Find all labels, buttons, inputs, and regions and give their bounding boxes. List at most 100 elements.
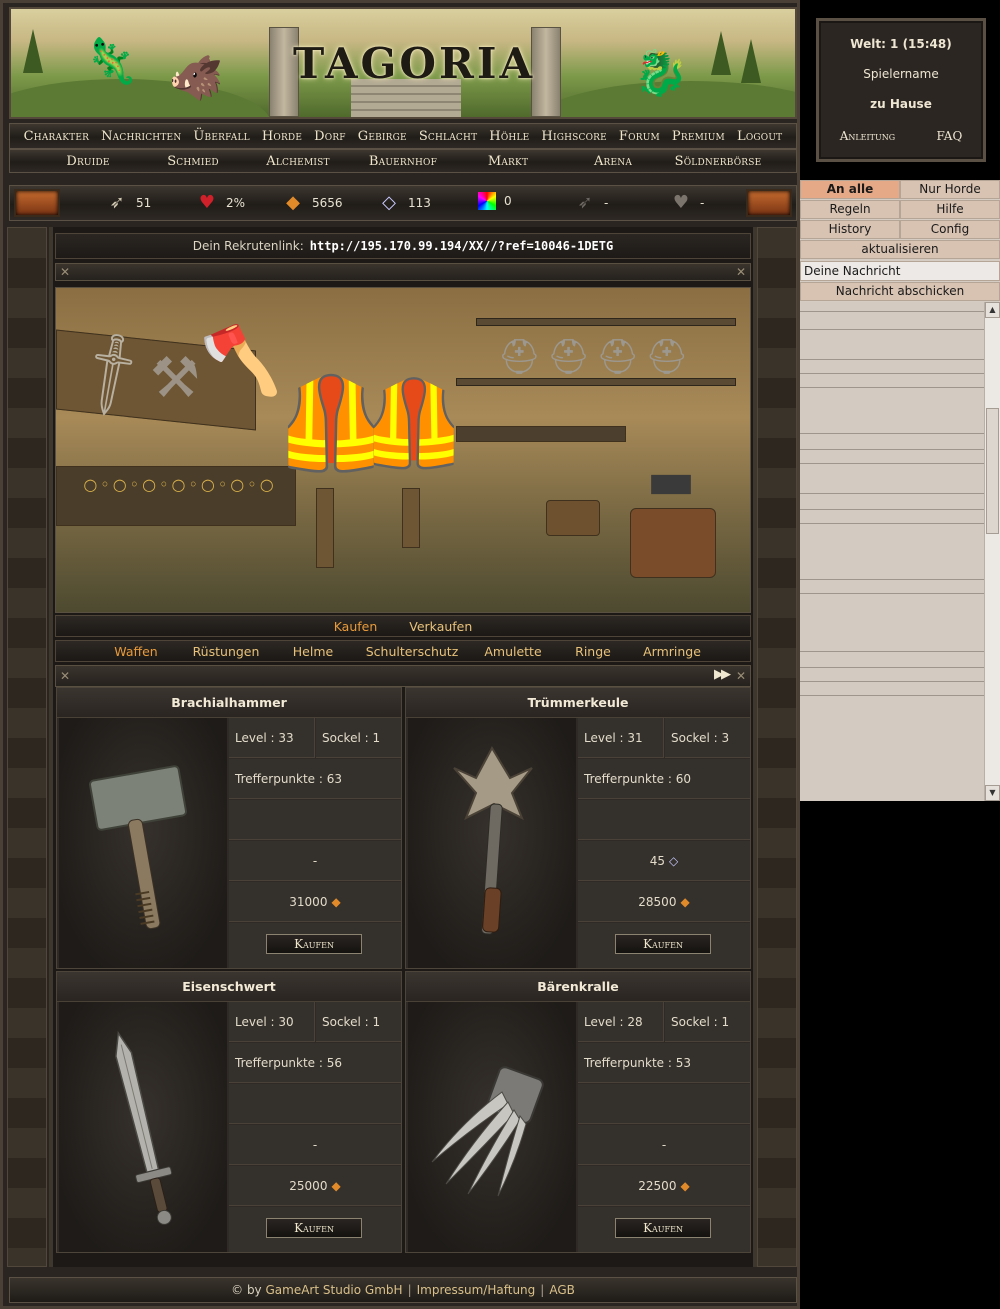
- chat-history-button[interactable]: History: [800, 220, 900, 239]
- scroll-down-icon[interactable]: ▼: [985, 785, 1000, 801]
- tab-kaufen[interactable]: Kaufen: [334, 619, 378, 634]
- stat-shield: ♥ -: [670, 192, 704, 213]
- buy-button[interactable]: Kaufen: [266, 1218, 362, 1238]
- item-name: Trümmerkeule: [406, 688, 750, 718]
- tab-armringe[interactable]: Armringe: [630, 644, 714, 659]
- buy-button[interactable]: Kaufen: [615, 1218, 711, 1238]
- next-page-icon[interactable]: ▶▶: [714, 667, 731, 682]
- chat-tab-horde[interactable]: Nur Horde: [900, 180, 1000, 199]
- player-name[interactable]: Spielername: [819, 67, 983, 81]
- tab-verkaufen[interactable]: Verkaufen: [409, 619, 472, 634]
- footer-separator: |: [540, 1283, 545, 1297]
- scroll-thumb[interactable]: [986, 408, 999, 534]
- status-ornament-right: [746, 189, 792, 217]
- nav-soeldnerboerse[interactable]: Söldnerbörse: [666, 154, 771, 169]
- stat-arrow2: ➶ -: [574, 192, 608, 213]
- nav-charakter[interactable]: Charakter: [18, 129, 95, 144]
- ornament-x-icon: ✕: [60, 669, 71, 683]
- status-ornament-left: [14, 189, 60, 217]
- item-socket: Sockel : 1: [316, 1002, 401, 1042]
- diamond-icon: ◇: [382, 192, 396, 213]
- scroll-up-icon[interactable]: ▲: [985, 302, 1000, 318]
- faq-link[interactable]: FAQ: [937, 129, 963, 143]
- chat-line: [800, 494, 984, 510]
- tab-waffen[interactable]: Waffen: [92, 644, 180, 659]
- chat-scrollbar[interactable]: ▲ ▼: [984, 302, 1000, 801]
- nav-schmied[interactable]: Schmied: [141, 154, 246, 169]
- item-empty-row: [578, 800, 750, 840]
- chat-tab-all[interactable]: An alle: [800, 180, 900, 199]
- buy-button[interactable]: Kaufen: [615, 934, 711, 954]
- recruit-url[interactable]: http://195.170.99.194/XX//?ref=10046-1DE…: [310, 239, 613, 253]
- footer-agb-link[interactable]: AGB: [549, 1283, 575, 1297]
- helmet-shelf: [476, 318, 736, 326]
- nav-gebirge[interactable]: Gebirge: [352, 129, 413, 144]
- chat-refresh-button[interactable]: aktualisieren: [800, 240, 1000, 259]
- tab-schulterschutz[interactable]: Schulterschutz: [354, 644, 470, 659]
- nav-highscore[interactable]: Highscore: [535, 129, 613, 144]
- chat-line: [800, 388, 984, 434]
- chat-rules-button[interactable]: Regeln: [800, 200, 900, 219]
- nav-markt[interactable]: Markt: [456, 154, 561, 169]
- world-info-panel: Welt: 1 (15:48) Spielername zu Hause Anl…: [816, 18, 986, 162]
- diamond-icon: ◇: [669, 853, 679, 868]
- nav-nachrichten[interactable]: Nachrichten: [95, 129, 187, 144]
- tab-helme[interactable]: Helme: [272, 644, 354, 659]
- workbench: [456, 426, 626, 442]
- nav-ueberfall[interactable]: Überfall: [187, 129, 255, 144]
- tab-ringe[interactable]: Ringe: [556, 644, 630, 659]
- nav-bauernhof[interactable]: Bauernhof: [351, 154, 456, 169]
- item-name: Bärenkralle: [406, 972, 750, 1002]
- nav-dorf[interactable]: Dorf: [308, 129, 352, 144]
- shield-icon: ♥: [672, 192, 690, 213]
- chat-help-button[interactable]: Hilfe: [900, 200, 1000, 219]
- ornament-x-icon: ✕: [735, 265, 746, 279]
- footer-impressum-link[interactable]: Impressum/Haftung: [417, 1283, 536, 1297]
- item-hitpoints: Trefferpunkte : 63: [229, 759, 401, 799]
- gem-cost-value: -: [312, 1137, 318, 1152]
- nav-druide[interactable]: Druide: [36, 154, 141, 169]
- footer-company-link[interactable]: GameArt Studio GmbH: [266, 1283, 403, 1297]
- stat-gems-value: 113: [408, 195, 431, 210]
- item-image: [59, 718, 227, 968]
- divider-bar: ✕ ✕: [55, 263, 751, 281]
- nav-premium[interactable]: Premium: [666, 129, 731, 144]
- stat-gold: ◆ 5656: [282, 192, 342, 213]
- heart-icon: ♥: [198, 192, 216, 213]
- game-frame: 🦎 🐗 🐉 TAGORIA Charakter Nachrichten Über…: [0, 0, 800, 1309]
- nav-alchemist[interactable]: Alchemist: [246, 154, 351, 169]
- item-image: [59, 1002, 227, 1252]
- guide-link[interactable]: Anleitung: [840, 129, 895, 143]
- item-hitpoints: Trefferpunkte : 60: [578, 759, 750, 799]
- chat-config-button[interactable]: Config: [900, 220, 1000, 239]
- status-bar: ➶ 51 ♥ 2% ◆ 5656 ◇ 113 0 ➶ - ♥ -: [9, 185, 797, 221]
- chat-panel: An alle Nur Horde Regeln Hilfe History C…: [800, 180, 1000, 801]
- tab-amulette[interactable]: Amulette: [470, 644, 556, 659]
- nav-horde[interactable]: Horde: [256, 129, 308, 144]
- world-links: Anleitung FAQ: [819, 129, 983, 143]
- chat-line: [800, 302, 984, 312]
- chat-message-input[interactable]: [800, 261, 1000, 281]
- item-image: [408, 1002, 576, 1252]
- item-level: Level : 28: [578, 1002, 664, 1042]
- item-socket: Sockel : 3: [665, 718, 750, 758]
- nav-forum[interactable]: Forum: [613, 129, 666, 144]
- chat-line: [800, 450, 984, 464]
- item-level: Level : 31: [578, 718, 664, 758]
- item-card: Bärenkralle Level : 28 Sockel : 1 Treffe…: [405, 971, 751, 1253]
- nav-logout[interactable]: Logout: [731, 129, 788, 144]
- item-level: Level : 33: [229, 718, 315, 758]
- stat-health: ♥ 2%: [196, 192, 245, 213]
- tab-ruestungen[interactable]: Rüstungen: [180, 644, 272, 659]
- nav-schlacht[interactable]: Schlacht: [413, 129, 483, 144]
- chainmail-armor-icon: 🦺: [361, 373, 467, 472]
- buy-button[interactable]: Kaufen: [266, 934, 362, 954]
- chat-send-button[interactable]: Nachricht abschicken: [800, 282, 1000, 301]
- recruit-link-bar: Dein Rekrutenlink: http://195.170.99.194…: [55, 233, 751, 259]
- stat-arrow2-value: -: [604, 195, 609, 210]
- item-price: 31000 ◆: [229, 882, 401, 922]
- stat-rainbow: 0: [478, 192, 512, 210]
- nav-arena[interactable]: Arena: [561, 154, 666, 169]
- nav-hoehle[interactable]: Höhle: [483, 129, 535, 144]
- bucket: [546, 500, 600, 536]
